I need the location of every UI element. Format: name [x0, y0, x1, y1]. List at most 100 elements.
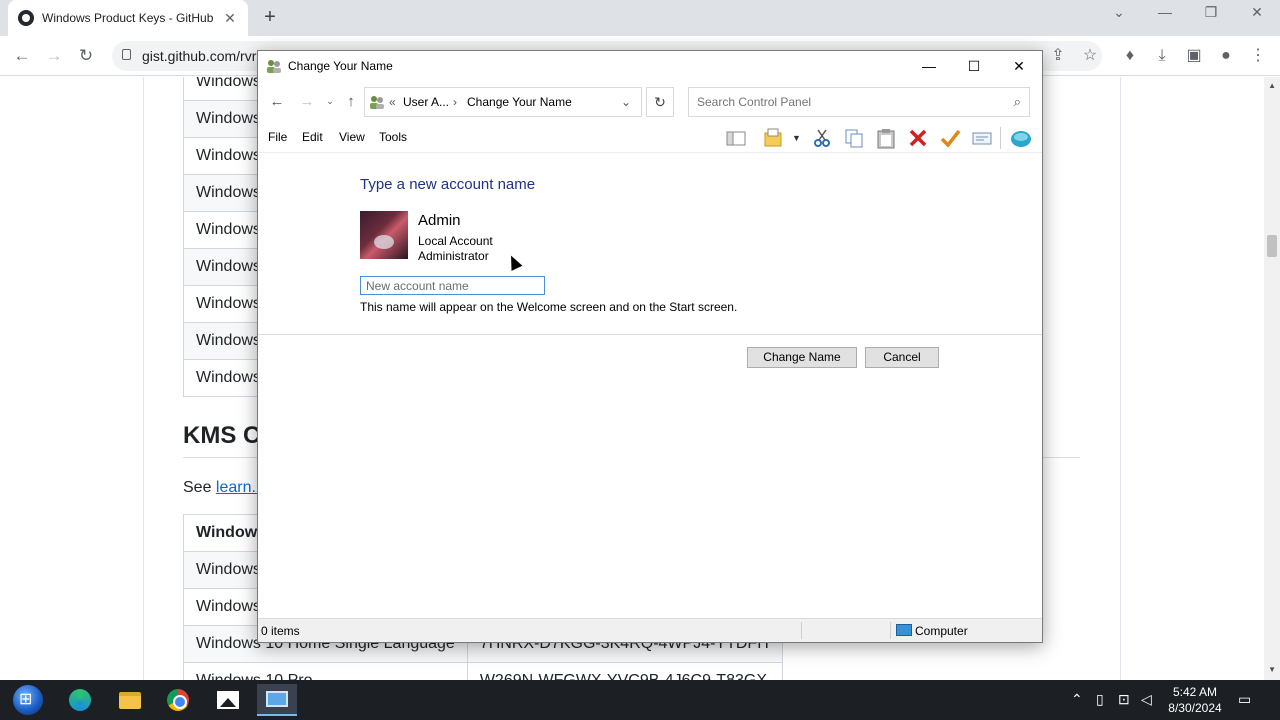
scroll-down-icon[interactable]: ▼ [1268, 665, 1276, 674]
table-row: Windows 10 ProW269N-WFGWX-YVC9B-4J6C9-T8… [183, 662, 784, 680]
account-type: Local Account [418, 234, 493, 248]
browser-tabstrip: Windows Product Keys - GitHub ✕ + ⌄ — ❐ … [0, 0, 1280, 36]
share-icon[interactable]: ⇪ [1048, 46, 1068, 66]
status-bar: 0 items Computer [258, 618, 1042, 642]
dialog-content: Type a new account name Admin Local Acco… [258, 154, 1042, 618]
chevron-down-icon[interactable]: ⌄ [1104, 4, 1134, 21]
user-accounts-icon [267, 60, 281, 73]
new-account-name-input[interactable] [360, 276, 545, 295]
tab-title: Windows Product Keys - GitHub [42, 11, 214, 25]
folder-options-icon[interactable] [763, 127, 785, 149]
close-tab-icon[interactable]: ✕ [222, 10, 238, 27]
taskbar-file-explorer[interactable] [110, 684, 150, 716]
download-icon[interactable]: ⤓ [1152, 46, 1172, 66]
breadcrumb-parent[interactable]: User A... [403, 95, 449, 109]
minimize-button[interactable]: — [1150, 4, 1180, 20]
menu-tools[interactable]: Tools [379, 130, 407, 144]
volume-muted-icon[interactable]: ◁ [1141, 691, 1152, 708]
scroll-thumb[interactable] [1267, 235, 1277, 257]
taskbar-chrome[interactable] [158, 684, 198, 716]
item-count: 0 items [261, 624, 300, 638]
menu-edit[interactable]: Edit [302, 130, 323, 144]
menu-file[interactable]: File [268, 130, 287, 144]
mouse-cursor [505, 253, 523, 271]
window-titlebar[interactable]: Change Your Name — ☐ ✕ [258, 51, 1042, 82]
breadcrumb-current[interactable]: Change Your Name [467, 95, 572, 109]
content-border-left [143, 77, 144, 680]
search-icon[interactable]: ⌕ [1014, 94, 1021, 110]
notifications-icon[interactable]: ▭ [1238, 691, 1251, 708]
side-panel-icon[interactable]: ▣ [1184, 46, 1204, 66]
network-icon[interactable]: ⊡ [1118, 691, 1130, 708]
change-your-name-window: Change Your Name — ☐ ✕ ← → ⌄ ↑ « User A.… [257, 50, 1043, 643]
forward-button[interactable]: → [42, 44, 66, 68]
address-row: ← → ⌄ ↑ « User A... › Change Your Name ⌄… [258, 82, 1042, 120]
status-location: Computer [915, 624, 968, 638]
show-hidden-icons-chevron-icon[interactable]: ⌃ [1071, 691, 1083, 708]
content-border-right [1120, 77, 1121, 680]
reload-button[interactable]: ↻ [74, 44, 98, 68]
user-accounts-icon [370, 96, 384, 109]
see-text: See [183, 479, 216, 496]
status-separator [890, 622, 891, 639]
cancel-button[interactable]: Cancel [865, 347, 939, 368]
chevron-down-icon[interactable]: ⌄ [621, 95, 631, 109]
change-name-button[interactable]: Change Name [747, 347, 857, 368]
profile-avatar[interactable]: ● [1216, 46, 1236, 66]
taskbar-edge[interactable] [60, 684, 100, 716]
taskbar-control-panel[interactable] [257, 684, 297, 716]
chrome-icon [167, 689, 189, 711]
taskbar-photos[interactable] [208, 684, 248, 716]
minimize-button[interactable]: — [906, 51, 952, 82]
delete-icon[interactable] [907, 127, 929, 149]
start-button[interactable] [8, 684, 48, 716]
recent-locations-icon[interactable]: ⌄ [320, 96, 340, 107]
chevron-right-icon[interactable]: › [453, 95, 457, 109]
maximize-button[interactable]: ☐ [951, 51, 997, 82]
up-arrow-icon[interactable]: ↑ [341, 93, 361, 110]
checkmark-icon[interactable] [939, 127, 961, 149]
url-text: gist.github.com/rvr [142, 48, 257, 64]
properties-icon[interactable] [971, 127, 993, 149]
breadcrumb-overflow-icon[interactable]: « [389, 95, 396, 109]
back-button[interactable]: ← [10, 44, 34, 68]
close-button[interactable]: ✕ [996, 51, 1042, 82]
browser-tab[interactable]: Windows Product Keys - GitHub ✕ [8, 0, 248, 36]
extension-icon[interactable]: ♦ [1120, 46, 1140, 66]
bookmark-star-icon[interactable]: ☆ [1080, 46, 1100, 66]
refresh-button[interactable]: ↻ [646, 87, 674, 117]
clock-date: 8/30/2024 [1168, 701, 1222, 715]
user-avatar [360, 211, 408, 259]
user-name: Admin [418, 212, 461, 229]
back-arrow-icon[interactable]: ← [267, 93, 287, 110]
forward-arrow-icon[interactable]: → [297, 93, 317, 110]
menu-dots-icon[interactable]: ⋮ [1248, 46, 1268, 66]
system-clock[interactable]: 5:42 AM 8/30/2024 [1160, 684, 1230, 716]
kms-section-heading: KMS Cl [183, 422, 267, 449]
usb-device-icon[interactable]: ▯ [1096, 691, 1104, 708]
breadcrumb[interactable]: « User A... › Change Your Name ⌄ [364, 87, 642, 117]
window-title: Change Your Name [288, 59, 393, 73]
new-tab-button[interactable]: + [258, 6, 282, 29]
control-panel-icon [266, 691, 288, 707]
globe-icon[interactable] [1010, 127, 1032, 149]
copy-icon[interactable] [843, 127, 865, 149]
cut-icon[interactable] [811, 127, 833, 149]
menu-view[interactable]: View [339, 130, 365, 144]
paste-icon[interactable] [875, 127, 897, 149]
page-heading: Type a new account name [360, 176, 536, 193]
see-paragraph: See learn.n [183, 479, 265, 497]
table-cell: Windows 10 Pro [183, 662, 468, 680]
layout-pane-icon[interactable] [725, 127, 747, 149]
content-divider [258, 334, 1042, 335]
account-role: Administrator [418, 249, 489, 263]
scroll-up-icon[interactable]: ▲ [1268, 81, 1276, 90]
search-box[interactable]: ⌕ [688, 87, 1030, 117]
hint-text: This name will appear on the Welcome scr… [360, 300, 738, 314]
search-input[interactable] [689, 88, 999, 116]
computer-icon [896, 624, 912, 636]
close-window-button[interactable]: ✕ [1242, 4, 1272, 21]
restore-button[interactable]: ❐ [1196, 4, 1226, 21]
page-scrollbar[interactable]: ▲ ▼ [1264, 77, 1280, 680]
github-icon [18, 10, 34, 26]
